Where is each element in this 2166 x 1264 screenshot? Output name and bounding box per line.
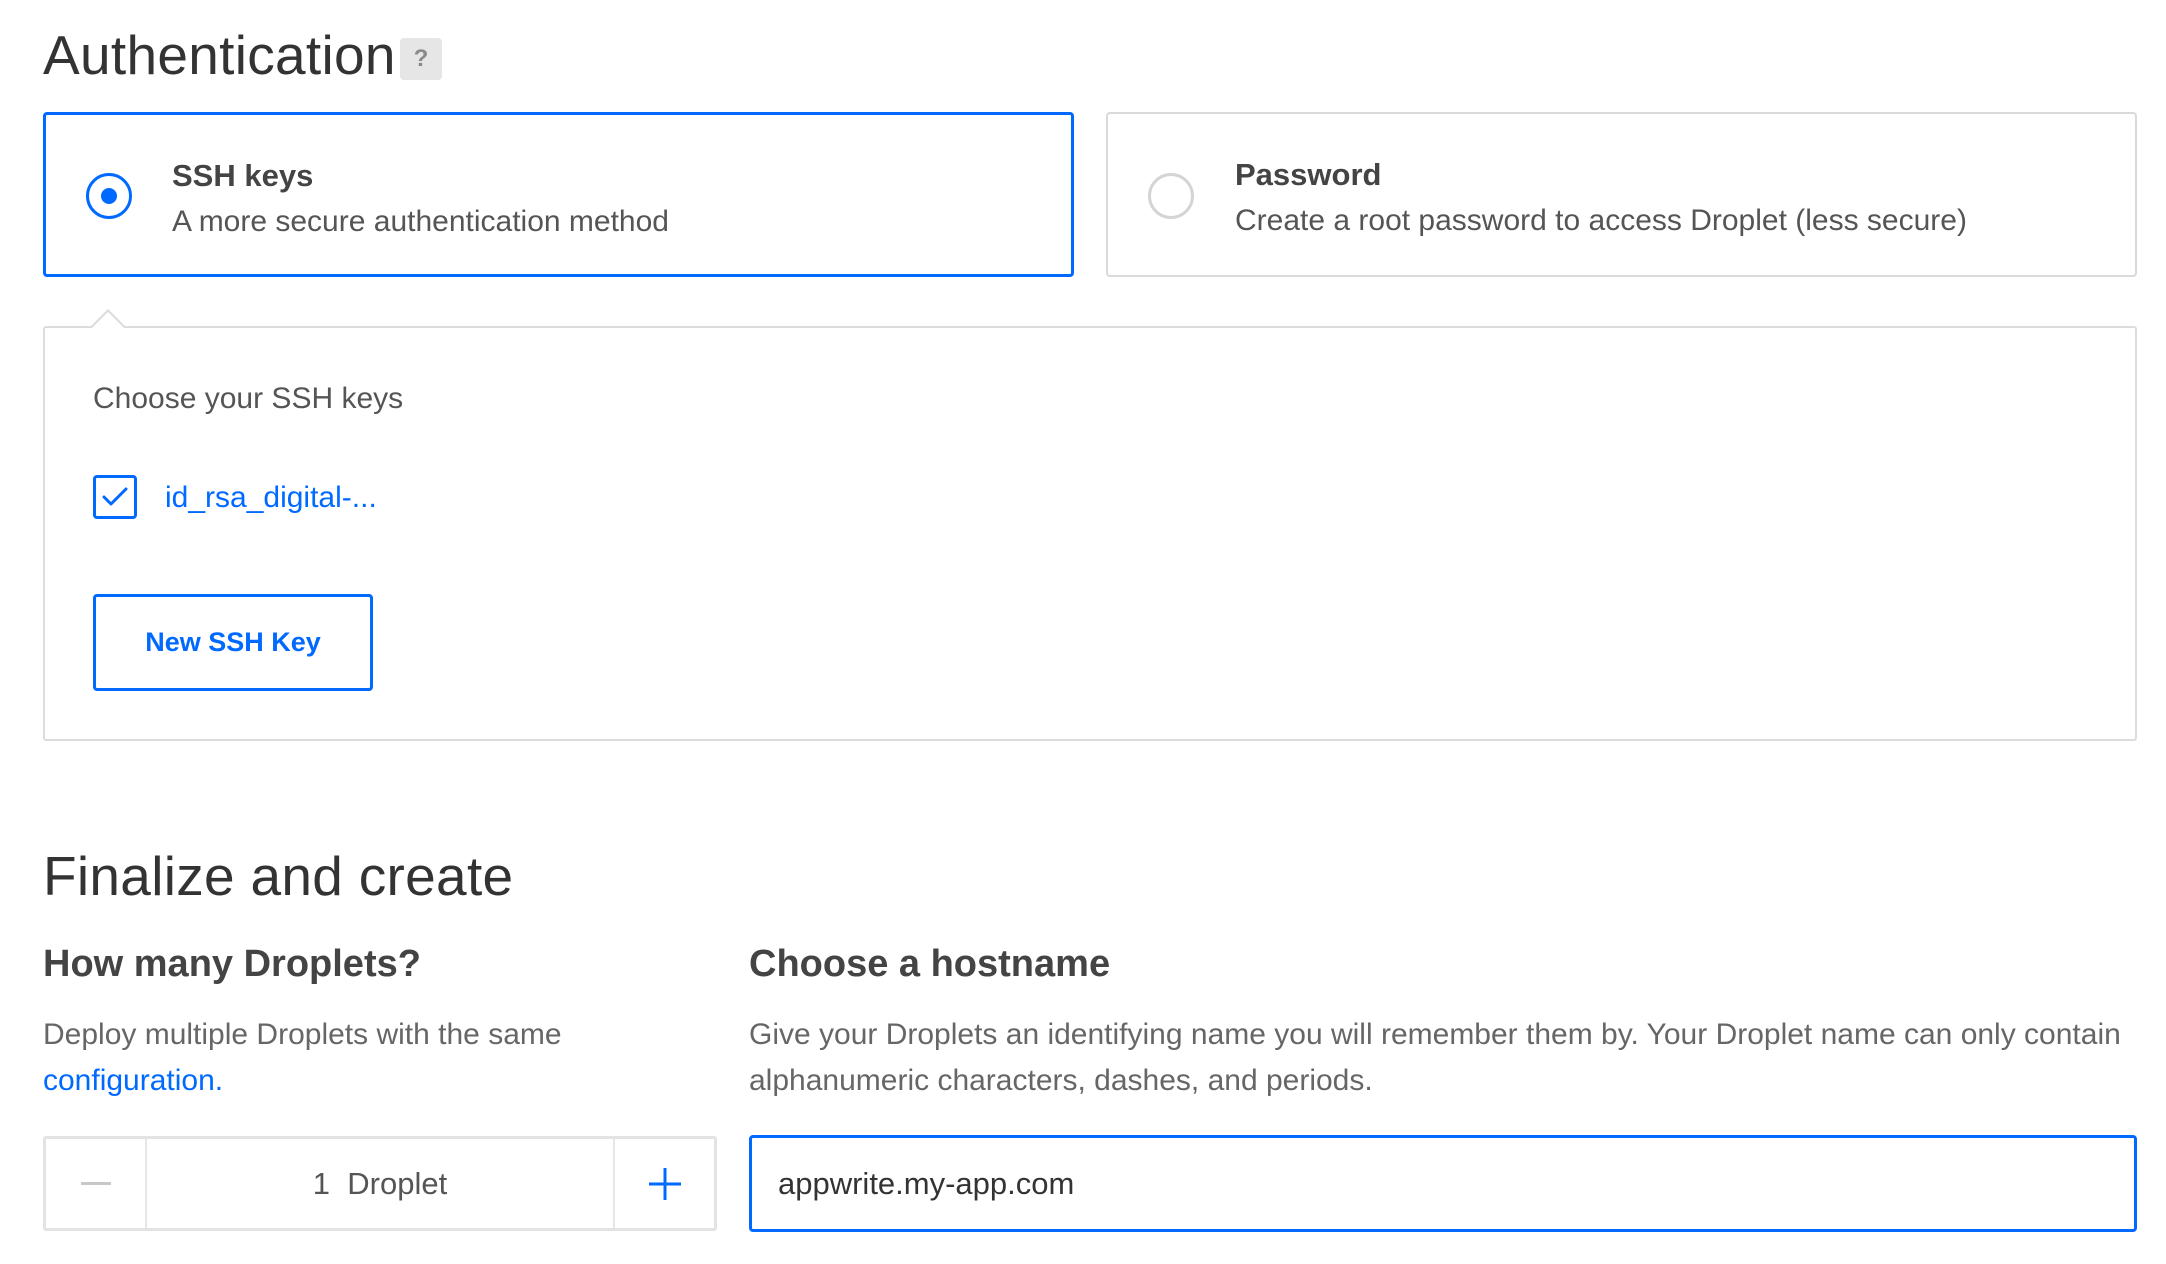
choose-ssh-keys-label: Choose your SSH keys xyxy=(93,382,404,415)
droplet-count-text: Deploy multiple Droplets with the same xyxy=(43,1018,562,1051)
auth-option-ssh-keys[interactable]: SSH keys A more secure authentication me… xyxy=(43,112,1074,277)
minus-icon xyxy=(80,1181,111,1185)
new-ssh-key-button[interactable]: New SSH Key xyxy=(93,594,373,691)
increment-button[interactable] xyxy=(613,1139,714,1228)
decrement-button[interactable] xyxy=(46,1139,147,1228)
droplet-count-value: 1 Droplet xyxy=(312,1165,448,1201)
ssh-keys-radio[interactable] xyxy=(86,173,132,219)
help-icon[interactable]: ? xyxy=(400,38,442,80)
ssh-keys-panel: Choose your SSH keys id_rsa_digital-... … xyxy=(43,326,2137,741)
droplet-count-heading: How many Droplets? xyxy=(43,943,421,985)
hostname-description: Give your Droplets an identifying name y… xyxy=(749,1018,2121,1097)
droplet-count-description: Deploy multiple Droplets with the same c… xyxy=(43,1012,733,1104)
password-title: Password xyxy=(1235,157,1382,192)
finalize-heading: Finalize and create xyxy=(43,845,514,907)
auth-option-password[interactable]: Password Create a root password to acces… xyxy=(1106,112,2137,277)
ssh-keys-description: A more secure authentication method xyxy=(172,205,669,238)
radio-selected-dot xyxy=(101,188,117,204)
ssh-key-name-link[interactable]: id_rsa_digital-... xyxy=(165,483,377,513)
authentication-heading: Authentication xyxy=(43,24,396,86)
ssh-key-checkbox[interactable] xyxy=(93,475,137,519)
password-radio[interactable] xyxy=(1148,173,1194,219)
plus-icon xyxy=(648,1167,681,1200)
panel-pointer-fill xyxy=(91,312,125,329)
configuration-link[interactable]: configuration. xyxy=(43,1064,223,1097)
ssh-keys-title: SSH keys xyxy=(172,158,314,193)
password-description: Create a root password to access Droplet… xyxy=(1235,204,1967,237)
hostname-input[interactable] xyxy=(749,1135,2137,1232)
hostname-heading: Choose a hostname xyxy=(749,943,1111,985)
droplet-quantity-stepper: 1 Droplet xyxy=(43,1136,717,1231)
checkmark-icon xyxy=(102,487,128,506)
